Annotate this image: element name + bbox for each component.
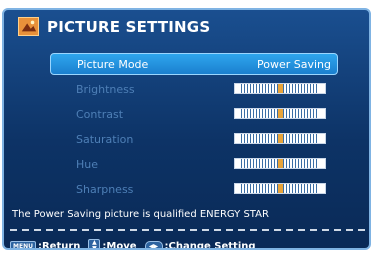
menu-item-saturation[interactable]: Saturation: [50, 128, 338, 150]
menu-item-brightness[interactable]: Brightness: [50, 78, 338, 100]
menu-key-icon: MENU: [10, 240, 36, 248]
contrast-slider[interactable]: [234, 108, 326, 119]
slider-cap: [235, 184, 241, 193]
footer-hints: MENU :Return ▲ ▼ :Move ◀▶ :Change Setting: [10, 239, 264, 250]
menu-item-label: Hue: [76, 157, 99, 171]
slider-cap: [319, 109, 325, 118]
slider-cap: [235, 84, 241, 93]
slider-knob[interactable]: [277, 84, 283, 93]
brightness-slider[interactable]: [234, 83, 326, 94]
menu-item-label: Contrast: [76, 107, 124, 121]
slider-knob[interactable]: [277, 159, 283, 168]
menu-item-picture-mode[interactable]: Picture Mode Power Saving: [50, 53, 338, 75]
sharpness-slider[interactable]: [234, 183, 326, 194]
slider-cap: [235, 134, 241, 143]
slider-cap: [235, 109, 241, 118]
menu-item-hue[interactable]: Hue: [50, 153, 338, 175]
up-down-key-icon: ▲ ▼: [88, 239, 101, 248]
dashed-divider: [10, 229, 366, 231]
slider-cap: [319, 134, 325, 143]
change-setting-hint: :Change Setting: [164, 240, 256, 250]
return-hint: :Return: [37, 240, 81, 250]
menu-item-contrast[interactable]: Contrast: [50, 103, 338, 125]
saturation-slider[interactable]: [234, 133, 326, 144]
slider-cap: [319, 184, 325, 193]
menu-item-label: Sharpness: [76, 182, 134, 196]
slider-knob[interactable]: [277, 109, 283, 118]
slider-cap: [235, 159, 241, 168]
move-hint: :Move: [102, 240, 137, 250]
slider-cap: [319, 84, 325, 93]
slider-knob[interactable]: [277, 184, 283, 193]
hue-slider[interactable]: [234, 158, 326, 169]
menu-item-label: Saturation: [76, 132, 134, 146]
slider-knob[interactable]: [277, 134, 283, 143]
energy-star-note: The Power Saving picture is qualified EN…: [12, 209, 269, 220]
menu-item-label: Brightness: [76, 82, 135, 96]
slider-cap: [319, 159, 325, 168]
menu-item-value: Power Saving: [257, 57, 331, 71]
menu-item-label: Picture Mode: [77, 57, 149, 71]
left-right-key-icon: ◀▶: [144, 240, 163, 248]
picture-settings-panel: PICTURE SETTINGS Picture Mode Power Savi…: [2, 8, 371, 250]
menu-item-sharpness[interactable]: Sharpness: [50, 178, 338, 200]
